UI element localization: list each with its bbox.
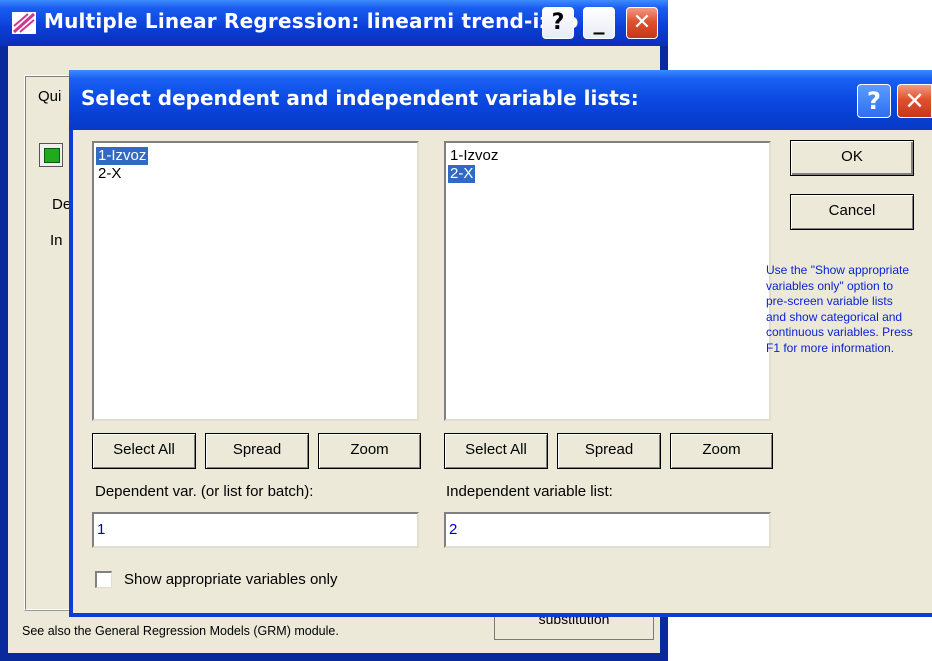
grm-note: See also the General Regression Models (…	[22, 624, 339, 638]
cancel-button[interactable]: Cancel	[790, 194, 914, 230]
window-minimize-button[interactable]: _	[583, 7, 615, 39]
list-item[interactable]: 2-X	[448, 165, 476, 183]
list-item[interactable]: 2-X	[96, 165, 123, 183]
dependent-zoom-button[interactable]: Zoom	[318, 433, 421, 469]
help-hint-text: Use the "Show appropriate variables only…	[766, 263, 913, 355]
list-item[interactable]: 1-Izvoz	[448, 147, 500, 165]
dialog-help-button[interactable]: ?	[857, 84, 891, 118]
dependent-variable-list[interactable]: 1-Izvoz 2-X	[92, 141, 419, 421]
independent-select-all-button[interactable]: Select All	[444, 433, 548, 469]
dialog-close-button[interactable]: ✕	[897, 84, 932, 118]
tab-quick[interactable]: Qui	[38, 88, 61, 105]
independent-spread-button[interactable]: Spread	[557, 433, 661, 469]
dialog-title: Select dependent and independent variabl…	[81, 86, 639, 110]
window-help-button[interactable]: ?	[542, 7, 574, 39]
regression-window-title: Multiple Linear Regression: linearni tre…	[44, 9, 579, 33]
ok-button[interactable]: OK	[790, 140, 914, 176]
independent-variable-list[interactable]: 1-Izvoz 2-X	[444, 141, 771, 421]
independent-var-field[interactable]: 2	[444, 512, 771, 548]
substitution-button[interactable]: substitution	[494, 614, 654, 640]
show-appropriate-label[interactable]: Show appropriate variables only	[124, 571, 337, 588]
independent-label-partial: In	[50, 232, 63, 249]
independent-zoom-button[interactable]: Zoom	[670, 433, 773, 469]
dialog-titlebar[interactable]: Select dependent and independent variabl…	[69, 70, 932, 130]
variables-icon[interactable]	[39, 143, 63, 167]
dependent-var-field[interactable]: 1	[92, 512, 419, 548]
regression-window-titlebar[interactable]: Multiple Linear Regression: linearni tre…	[0, 0, 668, 46]
independent-field-label: Independent variable list:	[446, 483, 613, 500]
dependent-field-label: Dependent var. (or list for batch):	[95, 483, 314, 500]
show-appropriate-checkbox[interactable]	[95, 571, 112, 588]
dependent-spread-button[interactable]: Spread	[205, 433, 309, 469]
dependent-select-all-button[interactable]: Select All	[92, 433, 196, 469]
list-item[interactable]: 1-Izvoz	[96, 147, 149, 165]
window-close-button[interactable]: ✕	[626, 7, 658, 39]
app-icon	[12, 12, 36, 34]
